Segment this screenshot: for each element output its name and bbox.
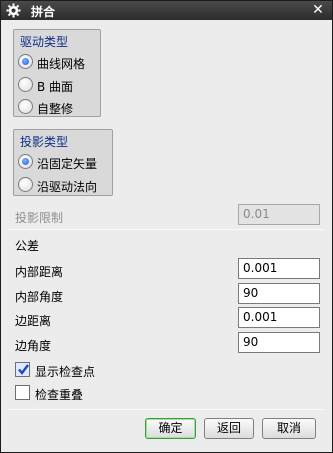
tolerance-title: 公差	[15, 239, 40, 253]
radio-label: B 曲面	[37, 80, 74, 94]
show-checkpoints-label: 显示检查点	[35, 365, 96, 379]
radio-button[interactable]	[18, 77, 33, 92]
blend-dialog: 拼合 ✕ 驱动类型 曲线网格 B 曲面 自整修 投影类型 沿固定矢量 沿驱动法向…	[0, 0, 333, 453]
edge-distance-label: 边距离	[15, 314, 52, 328]
edge-angle-label: 边角度	[15, 339, 52, 353]
radio-button[interactable]	[18, 177, 33, 192]
check-overlap-label: 检查重叠	[35, 388, 84, 402]
edge-distance-field[interactable]: 0.001	[238, 307, 320, 328]
radio-label: 曲线网格	[37, 57, 86, 71]
inner-distance-label: 内部距离	[15, 265, 64, 279]
drive-type-group: 驱动类型 曲线网格 B 曲面 自整修	[13, 29, 101, 117]
radio-label: 沿固定矢量	[37, 157, 98, 171]
ok-button[interactable]: 确定	[145, 418, 196, 439]
gear-icon[interactable]	[6, 3, 21, 18]
check-icon	[18, 364, 29, 375]
inner-angle-field[interactable]: 90	[238, 283, 320, 304]
edge-angle-field[interactable]: 90	[238, 332, 320, 353]
dialog-title: 拼合	[31, 5, 56, 19]
back-button[interactable]: 返回	[204, 418, 254, 439]
cancel-button[interactable]: 取消	[262, 418, 316, 439]
inner-distance-field[interactable]: 0.001	[238, 258, 320, 279]
show-checkpoints-checkbox[interactable]	[15, 362, 30, 377]
title-bar: 拼合 ✕	[1, 1, 332, 20]
divider	[9, 409, 324, 410]
projection-limit-field[interactable]: 0.01	[238, 204, 320, 225]
divider	[9, 229, 324, 230]
projection-type-title: 投影类型	[20, 135, 69, 149]
radio-button[interactable]	[18, 154, 33, 169]
radio-label: 沿驱动法向	[37, 180, 98, 194]
check-overlap-checkbox[interactable]	[15, 385, 30, 400]
inner-angle-label: 内部角度	[15, 290, 64, 304]
close-icon[interactable]: ✕	[310, 2, 326, 18]
drive-type-title: 驱动类型	[20, 35, 69, 49]
radio-label: 自整修	[37, 102, 74, 116]
projection-limit-label: 投影限制	[15, 211, 64, 225]
radio-button[interactable]	[18, 54, 33, 69]
projection-type-group: 投影类型 沿固定矢量 沿驱动法向	[13, 129, 113, 196]
radio-button[interactable]	[18, 99, 33, 114]
